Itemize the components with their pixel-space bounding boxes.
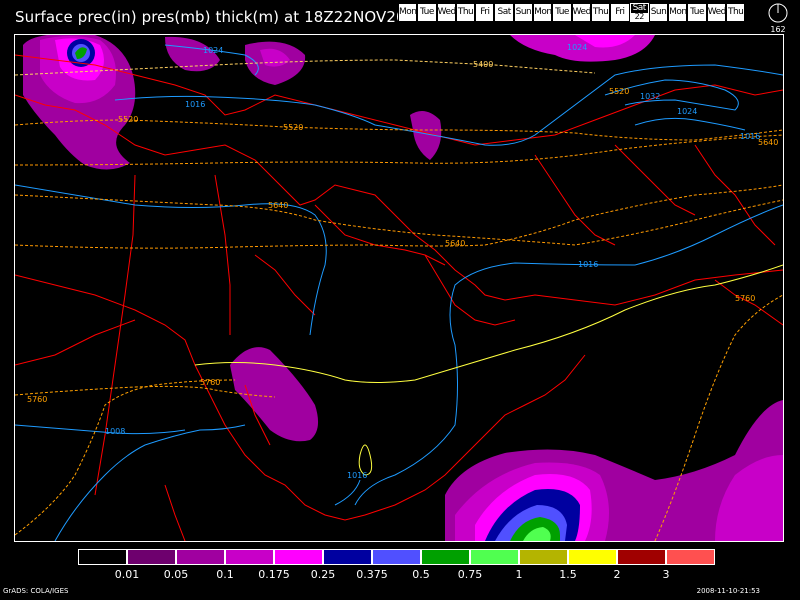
colorbar-swatch [225,549,274,565]
dial-icon [768,3,788,23]
isobar-label: 1016 [578,260,598,269]
colorbar-tick-label: 0.5 [412,568,430,581]
day-button[interactable]: Tue [687,3,707,22]
colorbar-labels: 0.01 0.05 0.1 0.175 0.25 0.375 0.5 0.75 1 1.5 2 3 [78,568,778,582]
thickness-label: 5760 [735,294,755,303]
day-label: Wed [437,7,456,17]
day-label: Fri [615,7,625,17]
day-button[interactable]: Sun [648,3,669,22]
colorbar-swatch [323,549,372,565]
day-button[interactable]: Sat [494,3,514,22]
day-button[interactable]: Fri [610,3,630,22]
precipitation-colorbar [78,549,715,565]
day-button[interactable]: Mon [398,3,418,22]
colorbar-swatch [519,549,568,565]
isobar-label: 1016 [347,471,367,480]
colorbar-swatch [666,549,715,565]
isobar-label: 1032 [640,92,660,101]
map-canvas: 1024 1016 1024 1032 1024 1016 1016 1008 … [15,35,783,541]
contour-labels: 1024 1016 1024 1032 1024 1016 1016 1008 … [27,43,778,480]
thickness-label: 5760 [27,395,47,404]
isobar-label: 1008 [105,427,125,436]
colorbar-swatch [470,549,519,565]
day-button[interactable]: Sun [513,3,534,22]
colorbar-tick-label: 0.75 [457,568,483,581]
colorbar-tick-label: 0.375 [356,568,388,581]
thickness-label: 5520 [118,115,138,124]
day-button[interactable]: Tue [552,3,572,22]
colorbar-tick-label: 0.01 [114,568,140,581]
thickness-label: 5640 [445,239,465,248]
forecast-day-selector[interactable]: Mon Tue Wed Thu Fri Sat Sun Mon Tue Wed Thu Fri Sat 2… [398,3,746,22]
colorbar-swatch [421,549,470,565]
colorbar-tick-label: 3 [662,568,670,581]
colorbar-swatch [372,549,421,565]
coastlines [15,54,783,541]
colorbar-tick-label: 1.5 [559,568,577,581]
thickness-contours [15,59,783,541]
day-button[interactable]: Mon [668,3,688,22]
map-title: Surface prec(in) pres(mb) thick(m) at 18… [15,8,425,26]
timestamp-text: 2008-11-10-21:53 [696,587,760,595]
day-label: Thu [592,7,609,17]
credit-text: GrADS: COLA/IGES [3,587,69,595]
forecast-hour-label: 162 [770,25,786,34]
isobar-label: 1024 [567,43,587,52]
colorbar-tick-label: 0.25 [310,568,336,581]
day-label: Tue [690,7,705,17]
day-label: Mon [399,7,417,17]
colorbar-swatch [78,549,127,565]
day-label: Wed [572,7,591,17]
isobar-label: 1024 [677,107,697,116]
day-label: Sat [497,7,512,17]
colorbar-swatch [617,549,666,565]
day-button[interactable]: Wed [571,3,591,22]
isobar-label: 1024 [203,46,223,55]
colorbar-swatch [274,549,323,565]
colorbar-tick-label: 0.1 [216,568,234,581]
colorbar-tick-label: 0.05 [163,568,189,581]
day-label: Tue [420,7,434,17]
day-button[interactable]: Sat 22 [629,3,649,22]
colorbar-tick-label: 0.175 [258,568,290,581]
day-label: Tue [555,7,569,17]
day-label: Thu [727,7,744,17]
day-label: Sun [515,7,532,17]
day-label: Mon [669,7,687,17]
thickness-label: 5520 [609,87,629,96]
day-button[interactable]: Wed [436,3,456,22]
precipitation-shading [23,35,783,541]
colorbar-swatch [127,549,176,565]
thickness-label: 5640 [758,138,778,147]
day-label: Wed [707,7,726,17]
thickness-label: 5640 [268,201,288,210]
day-label: Fri [480,7,490,17]
day-label: Mon [534,7,552,17]
weather-map: 1024 1016 1024 1032 1024 1016 1016 1008 … [14,34,784,542]
day-button[interactable]: Fri [475,3,495,22]
colorbar-swatch [568,549,617,565]
day-button[interactable]: Tue [417,3,437,22]
day-button[interactable]: Wed [706,3,727,22]
day-number: 22 [630,13,648,21]
thickness-label: 5520 [283,123,303,132]
day-button[interactable]: Mon [533,3,553,22]
colorbar-tick-label: 1 [515,568,523,581]
forecast-hour-dial: 162 [767,2,789,34]
day-button[interactable]: Thu [455,3,476,22]
thickness-label: 5400 [473,60,493,69]
colorbar-tick-label: 2 [613,568,621,581]
colorbar-swatch [176,549,225,565]
day-button[interactable]: Thu [590,3,611,22]
day-button[interactable]: Thu [726,3,746,22]
day-label: Sun [650,7,667,17]
day-label: Thu [457,7,474,17]
isobar-label: 1016 [185,100,205,109]
thickness-label: 5760 [200,378,220,387]
